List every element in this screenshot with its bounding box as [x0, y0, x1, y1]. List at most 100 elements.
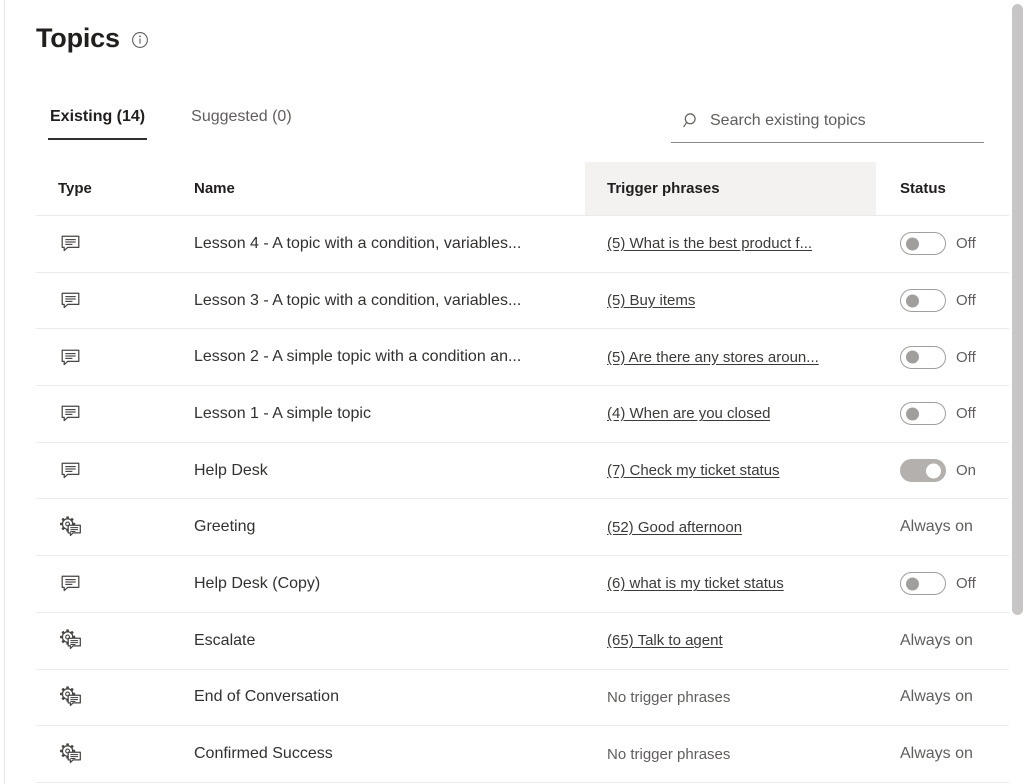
- topic-name[interactable]: Greeting: [194, 518, 255, 536]
- topics-table: Type Name Trigger phrases Status Lesson …: [36, 162, 1011, 783]
- column-header-trigger-phrases[interactable]: Trigger phrases: [585, 162, 876, 215]
- table-body: Lesson 4 - A topic with a condition, var…: [36, 216, 1011, 783]
- trigger-phrases-link[interactable]: (5) Are there any stores aroun...: [607, 349, 819, 366]
- cell-name: Confirmed Success: [184, 726, 585, 782]
- cell-status: Off: [876, 329, 1011, 385]
- status-toggle[interactable]: [900, 572, 946, 596]
- status-label: Always on: [900, 745, 973, 763]
- search-box[interactable]: [671, 105, 984, 143]
- status-label: Off: [956, 575, 976, 593]
- status-control: Always on: [900, 518, 973, 536]
- cell-status: Always on: [876, 726, 1011, 782]
- cell-trigger-phrases: (5) Buy items: [585, 273, 876, 329]
- trigger-phrases-link[interactable]: (7) Check my ticket status: [607, 462, 780, 479]
- topic-name[interactable]: Lesson 2 - A simple topic with a conditi…: [194, 348, 521, 366]
- table-row[interactable]: Lesson 1 - A simple topic (4) When are yo…: [36, 386, 1011, 443]
- status-toggle[interactable]: [900, 345, 946, 369]
- status-toggle[interactable]: [900, 232, 946, 256]
- toggle-knob: [906, 237, 919, 251]
- column-header-name[interactable]: Name: [184, 162, 585, 215]
- cell-trigger-phrases: (5) What is the best product f...: [585, 216, 876, 272]
- chat-bubble-icon: [58, 289, 82, 313]
- tab-existing[interactable]: Existing (14): [48, 108, 148, 140]
- cell-type: [36, 386, 184, 442]
- table-row[interactable]: Help Desk (7) Check my ticket status On: [36, 443, 1011, 500]
- trigger-phrases-link[interactable]: (5) What is the best product f...: [607, 235, 812, 252]
- cell-name: Lesson 4 - A topic with a condition, var…: [184, 216, 585, 272]
- cell-trigger-phrases: (65) Talk to agent: [585, 613, 876, 669]
- topic-name[interactable]: Help Desk (Copy): [194, 575, 320, 593]
- status-control: Off: [900, 289, 976, 313]
- table-row[interactable]: Confirmed Success No trigger phrases Alway…: [36, 726, 1011, 783]
- cell-trigger-phrases: (7) Check my ticket status: [585, 443, 876, 499]
- topics-tablist: Existing (14) Suggested (0): [48, 108, 294, 140]
- cell-status: Off: [876, 386, 1011, 442]
- left-edge-divider: [4, 0, 5, 784]
- cell-type: [36, 556, 184, 612]
- tab-suggested[interactable]: Suggested (0): [189, 108, 294, 140]
- status-label: Off: [956, 348, 976, 366]
- table-row[interactable]: Lesson 3 - A topic with a condition, var…: [36, 273, 1011, 330]
- cell-type: [36, 670, 184, 726]
- cell-status: Off: [876, 273, 1011, 329]
- trigger-phrases-link[interactable]: (65) Talk to agent: [607, 632, 723, 649]
- table-row[interactable]: Help Desk (Copy) (6) what is my ticket st…: [36, 556, 1011, 613]
- system-topic-icon: [58, 629, 82, 653]
- vertical-scrollbar-thumb[interactable]: [1012, 4, 1023, 615]
- status-toggle[interactable]: [900, 289, 946, 313]
- trigger-phrases-link[interactable]: (5) Buy items: [607, 292, 695, 309]
- status-control: Always on: [900, 745, 973, 763]
- cell-status: Always on: [876, 670, 1011, 726]
- system-topic-icon: [58, 742, 82, 766]
- page-header: Topics: [36, 22, 149, 54]
- trigger-phrases-link[interactable]: (6) what is my ticket status: [607, 575, 784, 592]
- toggle-knob: [906, 407, 919, 421]
- topic-name[interactable]: Lesson 3 - A topic with a condition, var…: [194, 292, 521, 310]
- column-header-status[interactable]: Status: [876, 162, 1011, 215]
- cell-type: [36, 726, 184, 782]
- topic-name[interactable]: End of Conversation: [194, 688, 339, 706]
- cell-name: Lesson 3 - A topic with a condition, var…: [184, 273, 585, 329]
- cell-name: Help Desk (Copy): [184, 556, 585, 612]
- status-label: Always on: [900, 688, 973, 706]
- table-row[interactable]: End of Conversation No trigger phrases Alw…: [36, 670, 1011, 727]
- topic-name[interactable]: Lesson 1 - A simple topic: [194, 405, 371, 423]
- cell-status: On: [876, 443, 1011, 499]
- table-row[interactable]: Lesson 4 - A topic with a condition, var…: [36, 216, 1011, 273]
- status-toggle[interactable]: [900, 459, 946, 483]
- status-control: Off: [900, 402, 976, 426]
- toggle-knob: [906, 294, 919, 308]
- status-control: Always on: [900, 632, 973, 650]
- status-label: Off: [956, 292, 976, 310]
- topic-name[interactable]: Help Desk: [194, 462, 268, 480]
- tab-suggested-label: Suggested (0): [191, 108, 292, 125]
- topic-name[interactable]: Escalate: [194, 632, 255, 650]
- cell-name: Escalate: [184, 613, 585, 669]
- vertical-scrollbar-track[interactable]: [1009, 0, 1024, 784]
- search-input[interactable]: [710, 111, 980, 130]
- toggle-knob: [926, 463, 941, 479]
- trigger-phrases-link[interactable]: (4) When are you closed: [607, 405, 770, 422]
- chat-bubble-icon: [58, 402, 82, 426]
- chat-bubble-icon: [58, 345, 82, 369]
- status-label: Off: [956, 235, 976, 253]
- cell-trigger-phrases: (52) Good afternoon: [585, 499, 876, 555]
- cell-status: Always on: [876, 499, 1011, 555]
- status-control: On: [900, 459, 977, 483]
- status-label: On: [956, 462, 977, 480]
- topic-name[interactable]: Confirmed Success: [194, 745, 333, 763]
- cell-name: Greeting: [184, 499, 585, 555]
- table-row[interactable]: Lesson 2 - A simple topic with a conditi…: [36, 329, 1011, 387]
- topic-name[interactable]: Lesson 4 - A topic with a condition, var…: [194, 235, 521, 253]
- trigger-phrases-link[interactable]: (52) Good afternoon: [607, 519, 742, 536]
- table-row[interactable]: Greeting (52) Good afternoon Always on: [36, 499, 1011, 557]
- cell-name: Help Desk: [184, 443, 585, 499]
- table-row[interactable]: Escalate (65) Talk to agent Always on: [36, 613, 1011, 670]
- cell-trigger-phrases: (5) Are there any stores aroun...: [585, 329, 876, 385]
- column-header-type[interactable]: Type: [36, 162, 184, 215]
- status-toggle[interactable]: [900, 402, 946, 426]
- cell-type: [36, 613, 184, 669]
- info-circle-icon[interactable]: [131, 31, 149, 49]
- status-label: Off: [956, 405, 976, 423]
- table-header-row: Type Name Trigger phrases Status: [36, 162, 1011, 216]
